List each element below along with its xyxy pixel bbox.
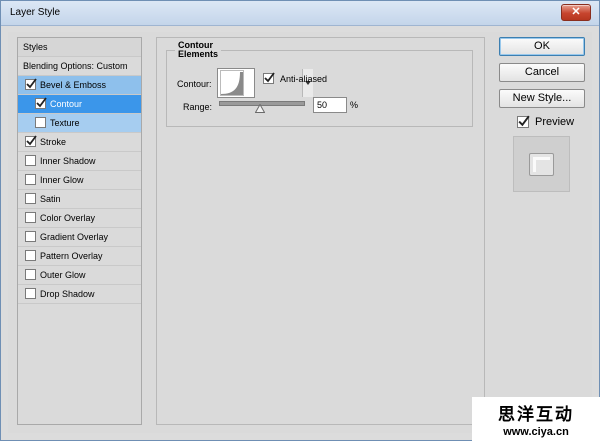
range-unit: %	[350, 100, 359, 110]
styles-list-header[interactable]: Styles	[18, 38, 141, 57]
contour-checkbox[interactable]	[35, 97, 47, 109]
close-icon: ✕	[571, 6, 581, 18]
list-item-color-overlay[interactable]: Color Overlay	[18, 209, 141, 228]
anti-aliased-checkbox[interactable]	[263, 72, 275, 84]
satin-checkbox[interactable]	[25, 193, 36, 204]
new-style-button[interactable]: New Style...	[499, 89, 585, 108]
list-item-stroke[interactable]: Stroke	[18, 133, 141, 152]
layer-style-dialog: Layer Style ✕ Styles Blending Options: C…	[0, 0, 600, 441]
watermark: 思洋互动 www.ciya.cn	[472, 397, 600, 441]
color-overlay-checkbox[interactable]	[25, 212, 36, 223]
list-item-pattern-overlay[interactable]: Pattern Overlay	[18, 247, 141, 266]
checkmark-icon	[518, 115, 530, 127]
checkmark-icon	[36, 97, 47, 108]
contour-label: Contour:	[177, 79, 212, 89]
list-item-contour[interactable]: Contour	[18, 95, 141, 114]
watermark-text: 思洋互动	[498, 405, 574, 425]
checkmark-icon	[26, 78, 37, 89]
elements-group	[166, 50, 473, 127]
outer-glow-checkbox[interactable]	[25, 269, 36, 280]
styles-list: Styles Blending Options: Custom Bevel & …	[17, 37, 142, 425]
list-item-drop-shadow[interactable]: Drop Shadow	[18, 285, 141, 304]
list-item-blending-options[interactable]: Blending Options: Custom	[18, 57, 141, 76]
range-input[interactable]: 50	[313, 97, 347, 113]
style-preview	[513, 136, 570, 192]
elements-title: Elements	[175, 49, 222, 59]
drop-shadow-checkbox[interactable]	[25, 288, 36, 299]
stroke-checkbox[interactable]	[25, 135, 37, 147]
checkmark-icon	[26, 135, 37, 146]
slider-thumb[interactable]	[255, 104, 265, 113]
ok-button[interactable]: OK	[499, 37, 585, 56]
inner-glow-checkbox[interactable]	[25, 174, 36, 185]
preview-label: Preview	[535, 116, 575, 128]
list-item-inner-shadow[interactable]: Inner Shadow	[18, 152, 141, 171]
gradient-overlay-checkbox[interactable]	[25, 231, 36, 242]
close-button[interactable]: ✕	[561, 4, 591, 21]
preview-bevel-icon	[533, 157, 550, 172]
cancel-button[interactable]: Cancel	[499, 63, 585, 82]
title-bar[interactable]: Layer Style ✕	[1, 1, 599, 26]
list-item-inner-glow[interactable]: Inner Glow	[18, 171, 141, 190]
contour-picker[interactable]	[217, 68, 313, 98]
preview-swatch	[529, 153, 554, 176]
preview-checkbox[interactable]	[517, 115, 530, 128]
bevel-emboss-checkbox[interactable]	[25, 78, 37, 90]
list-item-bevel-emboss[interactable]: Bevel & Emboss	[18, 76, 141, 95]
checkmark-icon	[264, 72, 275, 83]
range-label: Range:	[183, 102, 213, 112]
list-item-texture[interactable]: Texture	[18, 114, 141, 133]
dialog-title: Layer Style	[10, 7, 61, 18]
pattern-overlay-checkbox[interactable]	[25, 250, 36, 261]
contour-panel: Contour Elements Contour: Anti-aliased R…	[156, 37, 485, 425]
dialog-client: Styles Blending Options: Custom Bevel & …	[8, 32, 592, 433]
contour-curve-icon	[220, 70, 244, 96]
list-item-gradient-overlay[interactable]: Gradient Overlay	[18, 228, 141, 247]
texture-checkbox[interactable]	[35, 117, 46, 128]
watermark-url: www.ciya.cn	[503, 426, 569, 438]
list-item-outer-glow[interactable]: Outer Glow	[18, 266, 141, 285]
anti-aliased-label: Anti-aliased	[280, 74, 328, 84]
list-item-satin[interactable]: Satin	[18, 190, 141, 209]
inner-shadow-checkbox[interactable]	[25, 155, 36, 166]
